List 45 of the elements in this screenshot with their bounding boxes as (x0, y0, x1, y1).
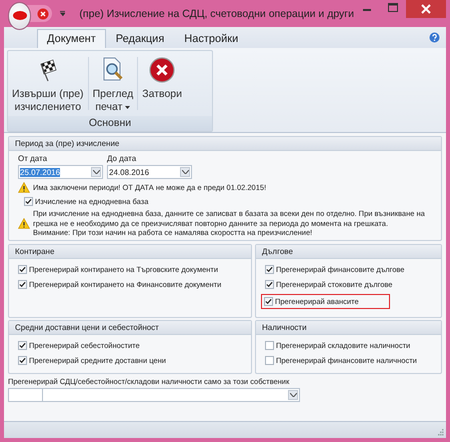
checkbox[interactable] (18, 264, 27, 274)
checkbox[interactable] (18, 340, 27, 350)
resize-grip-icon[interactable] (437, 429, 444, 436)
section-header: Период за (пре) изчисление (9, 137, 441, 151)
checkbox[interactable] (18, 280, 27, 288)
ribbon-button[interactable]: Затвори (138, 51, 186, 116)
checkbox[interactable] (265, 264, 274, 274)
window-title: (пре) Изчисление на СДЦ, счетоводни операции и други (79, 8, 354, 20)
chevron-icon (290, 392, 296, 396)
close-icon[interactable] (36, 8, 49, 20)
section-header: Средни доставни цени и себестойност (9, 320, 251, 334)
field-label: До дата (107, 154, 138, 163)
date-field[interactable]: 24.08.2016 (107, 165, 192, 179)
ribbon-button[interactable]: Преглед печат (88, 51, 138, 116)
date-field[interactable]: 25.07.2016 (18, 165, 103, 179)
dropdown-button[interactable] (180, 167, 190, 177)
help-icon[interactable] (429, 32, 440, 43)
checkbox[interactable] (265, 340, 274, 350)
checkbox[interactable] (265, 356, 274, 364)
checkbox[interactable] (264, 296, 273, 306)
checkbox[interactable] (265, 280, 274, 288)
warning-icon (18, 218, 30, 229)
app-menu-button[interactable] (8, 2, 32, 30)
ribbon-tab[interactable]: Документ (37, 29, 106, 48)
ribbon-tab[interactable]: Редакция (106, 29, 174, 48)
document-search-icon (100, 57, 125, 83)
customize-icon[interactable] (60, 10, 66, 17)
warning-icon (18, 182, 30, 193)
close-icon[interactable] (406, 0, 446, 18)
dropdown-button[interactable] (288, 390, 298, 400)
input-field[interactable] (8, 388, 43, 402)
dropdown-button[interactable] (91, 167, 101, 177)
checkbox[interactable] (24, 197, 33, 206)
section-header: Дългове (256, 244, 441, 258)
chevron-icon (92, 170, 100, 174)
dropdown-field[interactable] (43, 388, 300, 402)
chevron-icon (182, 170, 188, 174)
field-label: От дата (18, 154, 48, 163)
ribbon-button[interactable]: Извърши (пре) изчислението (8, 51, 88, 116)
close-icon (149, 57, 176, 83)
section-header: Наличности (256, 320, 441, 334)
ribbon-group-label: Основни (8, 116, 212, 131)
checkbox[interactable] (18, 356, 27, 364)
section-header: Контиране (9, 244, 251, 258)
ribbon-tab[interactable]: Настройки (174, 29, 248, 48)
